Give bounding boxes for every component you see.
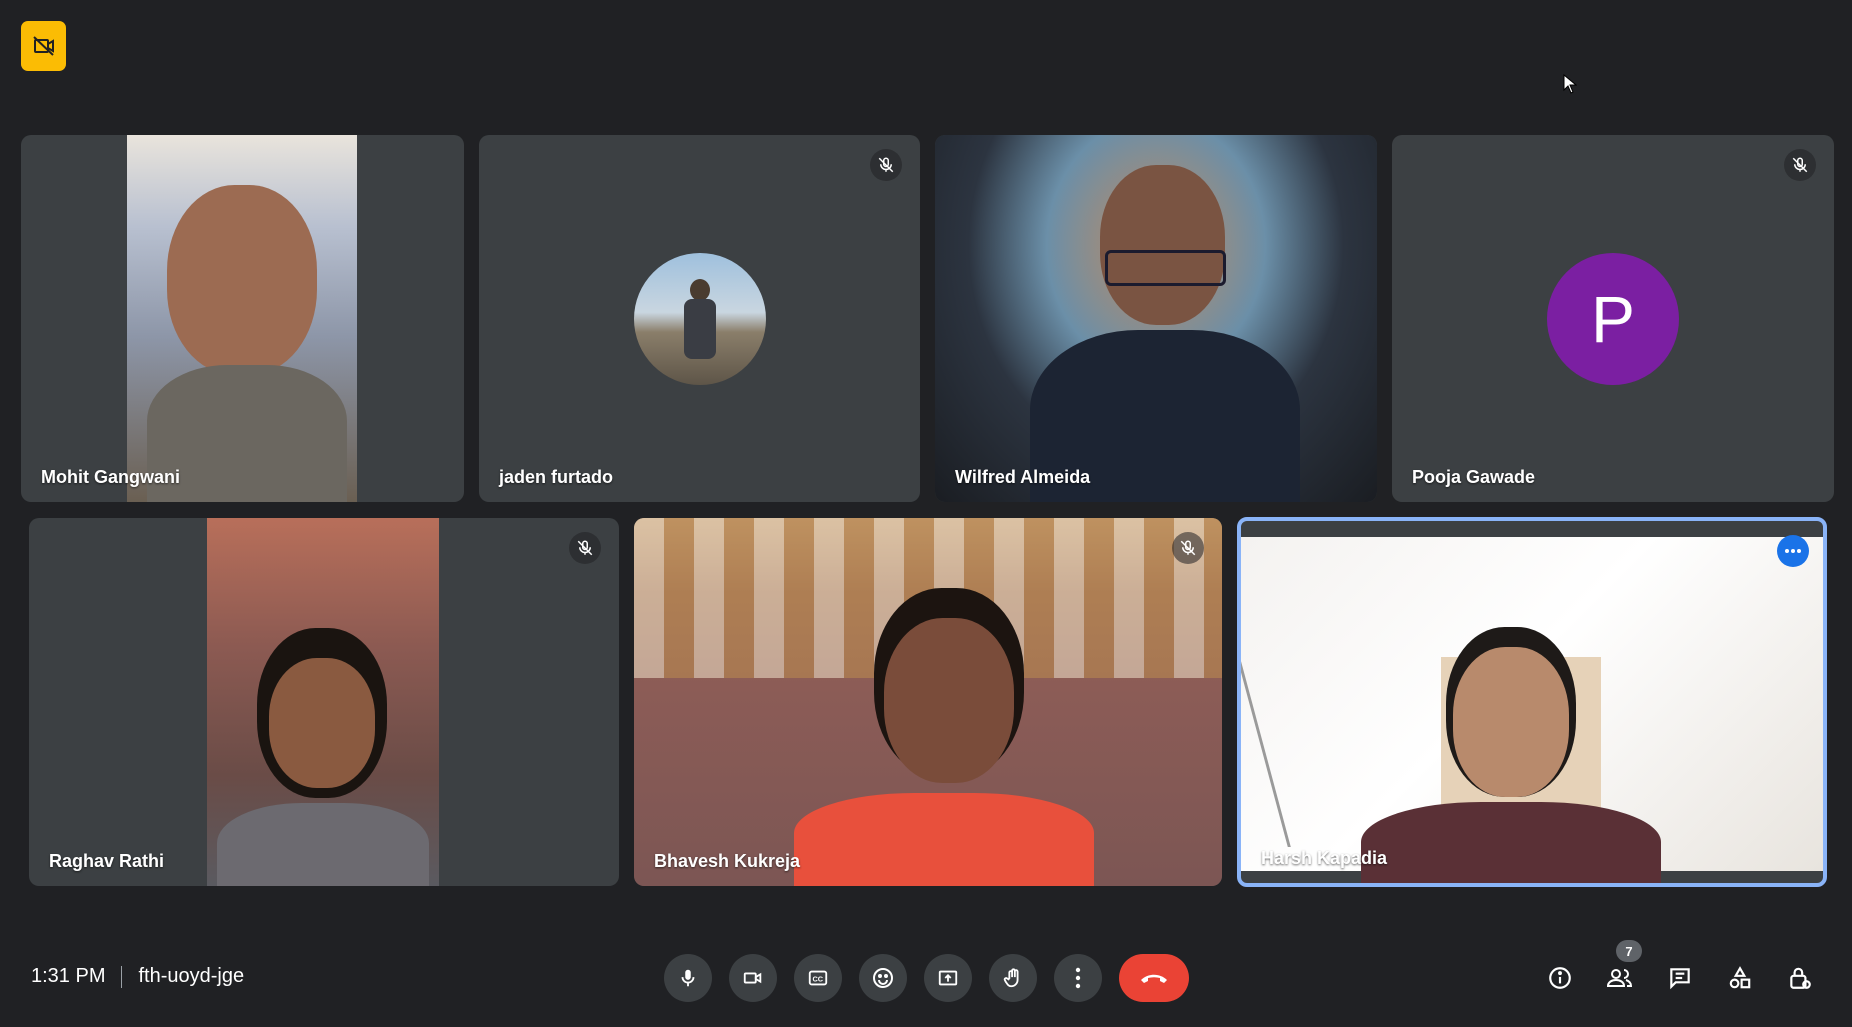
meeting-code: fth-uoyd-jge	[138, 965, 245, 987]
video-feed	[935, 135, 1377, 502]
mic-muted-icon	[569, 532, 601, 564]
more-options-icon	[1075, 967, 1081, 989]
video-feed	[127, 135, 357, 502]
raise-hand-button[interactable]	[989, 954, 1037, 1002]
mic-muted-icon	[1784, 149, 1816, 181]
mic-muted-icon	[870, 149, 902, 181]
emoji-button[interactable]	[859, 954, 907, 1002]
svg-text:CC: CC	[813, 975, 824, 984]
meeting-details-button[interactable]	[1536, 954, 1584, 1002]
avatar-initial: P	[1547, 252, 1679, 385]
chat-button[interactable]	[1656, 954, 1704, 1002]
activities-icon	[1729, 966, 1751, 989]
more-options-button[interactable]	[1054, 954, 1102, 1002]
mic-icon	[681, 969, 695, 987]
more-options-dots-icon[interactable]	[1777, 535, 1809, 567]
separator	[121, 965, 123, 988]
participant-tile-harsh[interactable]: Harsh Kapadia	[1237, 517, 1827, 887]
end-call-icon	[1141, 974, 1167, 983]
participant-tile-mohit[interactable]: Mohit Gangwani	[21, 135, 464, 502]
video-feed	[207, 518, 439, 886]
call-controls: CC	[664, 954, 1189, 1002]
participant-name: Bhavesh Kukreja	[654, 851, 801, 871]
emoji-icon	[873, 968, 893, 988]
participant-tile-bhavesh[interactable]: Bhavesh Kukreja	[634, 518, 1222, 886]
camera-icon	[743, 972, 762, 984]
profile-photo	[633, 252, 766, 385]
participant-name: Harsh Kapadia	[1261, 848, 1388, 868]
participant-name: Raghav Rathi	[49, 851, 165, 871]
people-icon	[1606, 969, 1633, 987]
mic-muted-icon	[1172, 532, 1204, 564]
participant-name: jaden furtado	[499, 467, 614, 487]
participant-tile-pooja[interactable]: P Pooja Gawade	[1392, 135, 1834, 502]
captions-button[interactable]: CC	[794, 954, 842, 1002]
participant-name: Mohit Gangwani	[41, 467, 180, 487]
video-feed	[1241, 537, 1823, 883]
meeting-info: 1:31 PM fth-uoyd-jge	[31, 965, 244, 988]
activities-button[interactable]	[1716, 954, 1764, 1002]
participant-count-badge: 7	[1616, 940, 1642, 962]
captions-icon: CC	[808, 970, 828, 986]
participant-name: Wilfred Almeida	[955, 467, 1091, 487]
mic-button[interactable]	[664, 954, 712, 1002]
present-icon	[938, 970, 958, 986]
camera-button[interactable]	[729, 954, 777, 1002]
video-feed	[634, 518, 1222, 886]
chat-icon	[1670, 968, 1690, 990]
raise-hand-icon	[1003, 968, 1019, 988]
participant-tile-jaden[interactable]: jaden furtado	[479, 135, 920, 502]
side-controls: 7	[1536, 940, 1824, 1002]
present-button[interactable]	[924, 954, 972, 1002]
video-off-badge-icon[interactable]	[21, 21, 66, 71]
info-icon	[1549, 967, 1571, 989]
participant-tile-wilfred[interactable]: Wilfred Almeida	[935, 135, 1377, 502]
participant-name: Pooja Gawade	[1412, 467, 1536, 487]
host-controls-button[interactable]	[1776, 954, 1824, 1002]
end-call-button[interactable]	[1119, 954, 1189, 1002]
mouse-cursor-icon	[1563, 73, 1578, 99]
participant-tile-raghav[interactable]: Raghav Rathi	[29, 518, 619, 886]
host-controls-icon	[1790, 967, 1811, 989]
people-button[interactable]: 7	[1596, 940, 1644, 1002]
meeting-time: 1:31 PM	[31, 965, 106, 987]
